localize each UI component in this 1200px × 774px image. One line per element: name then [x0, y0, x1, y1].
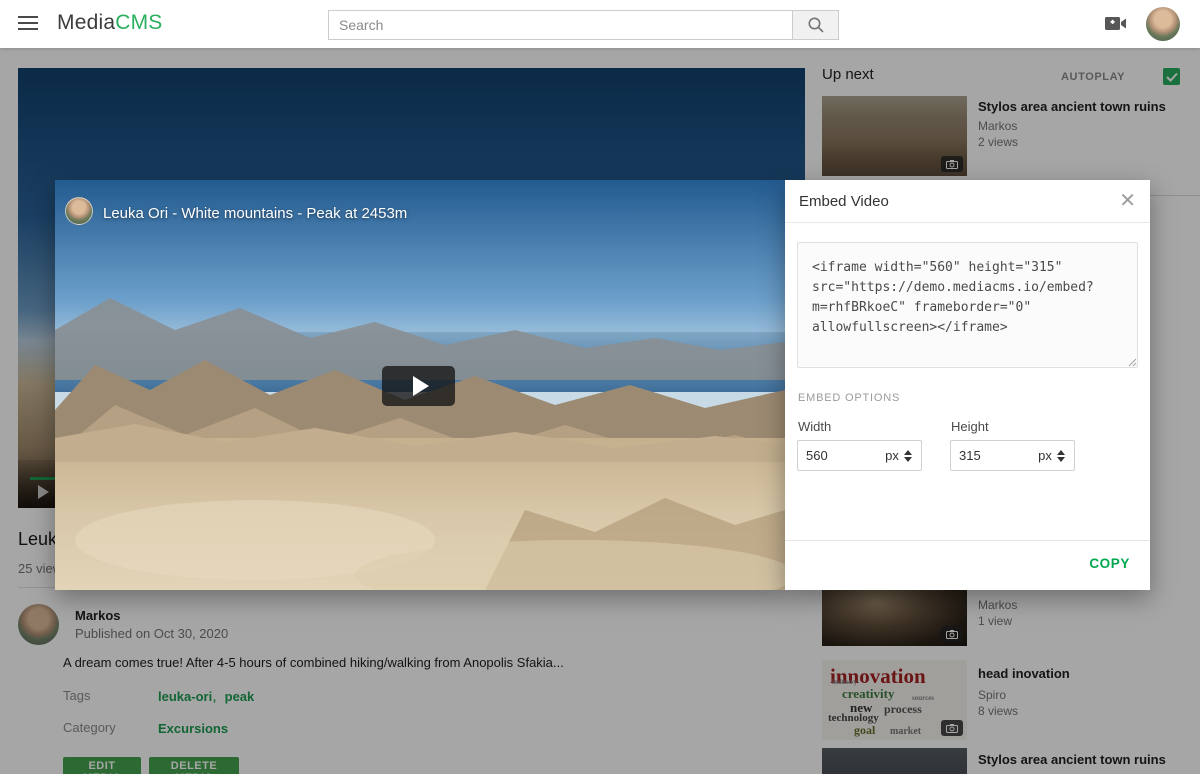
- navbar: MediaCMS: [0, 0, 1200, 48]
- width-label: Width: [798, 419, 831, 434]
- preview-author-avatar[interactable]: [65, 197, 93, 225]
- logo-media: Media: [57, 11, 115, 34]
- width-input[interactable]: [797, 440, 877, 471]
- width-unit-select[interactable]: px: [876, 440, 922, 471]
- menu-icon[interactable]: [18, 16, 38, 31]
- modal-header: Embed Video ✕: [785, 180, 1150, 223]
- user-avatar[interactable]: [1146, 7, 1180, 41]
- preview-play-button[interactable]: [382, 366, 455, 406]
- height-unit-value: px: [1038, 448, 1052, 463]
- embed-preview-player: Leuka Ori - White mountains - Peak at 24…: [55, 180, 785, 590]
- close-icon[interactable]: ✕: [1119, 190, 1136, 212]
- video-camera-add-icon: [1104, 14, 1128, 34]
- preview-video-title[interactable]: Leuka Ori - White mountains - Peak at 24…: [103, 205, 407, 222]
- page: MediaCMS Leuka Ori - Whi: [0, 0, 1200, 774]
- embed-video-modal: Embed Video ✕ <iframe width="560" height…: [785, 180, 1150, 590]
- logo[interactable]: MediaCMS: [57, 11, 162, 35]
- copy-button[interactable]: COPY: [1089, 556, 1130, 571]
- width-unit-value: px: [885, 448, 899, 463]
- height-label: Height: [951, 419, 989, 434]
- modal-footer: COPY: [785, 540, 1150, 590]
- stepper-icon: [904, 450, 912, 462]
- upload-media-button[interactable]: [1104, 14, 1128, 34]
- play-icon: [413, 376, 429, 396]
- search-bar: [328, 10, 839, 40]
- search-button[interactable]: [792, 10, 839, 40]
- embed-code-textarea[interactable]: <iframe width="560" height="315" src="ht…: [797, 242, 1138, 368]
- stepper-icon: [1057, 450, 1065, 462]
- modal-title: Embed Video: [799, 193, 889, 210]
- logo-cms: CMS: [115, 11, 162, 34]
- height-unit-select[interactable]: px: [1029, 440, 1075, 471]
- search-icon: [807, 16, 825, 34]
- embed-options-label: EMBED OPTIONS: [798, 392, 900, 404]
- height-input[interactable]: [950, 440, 1030, 471]
- search-input[interactable]: [328, 10, 792, 40]
